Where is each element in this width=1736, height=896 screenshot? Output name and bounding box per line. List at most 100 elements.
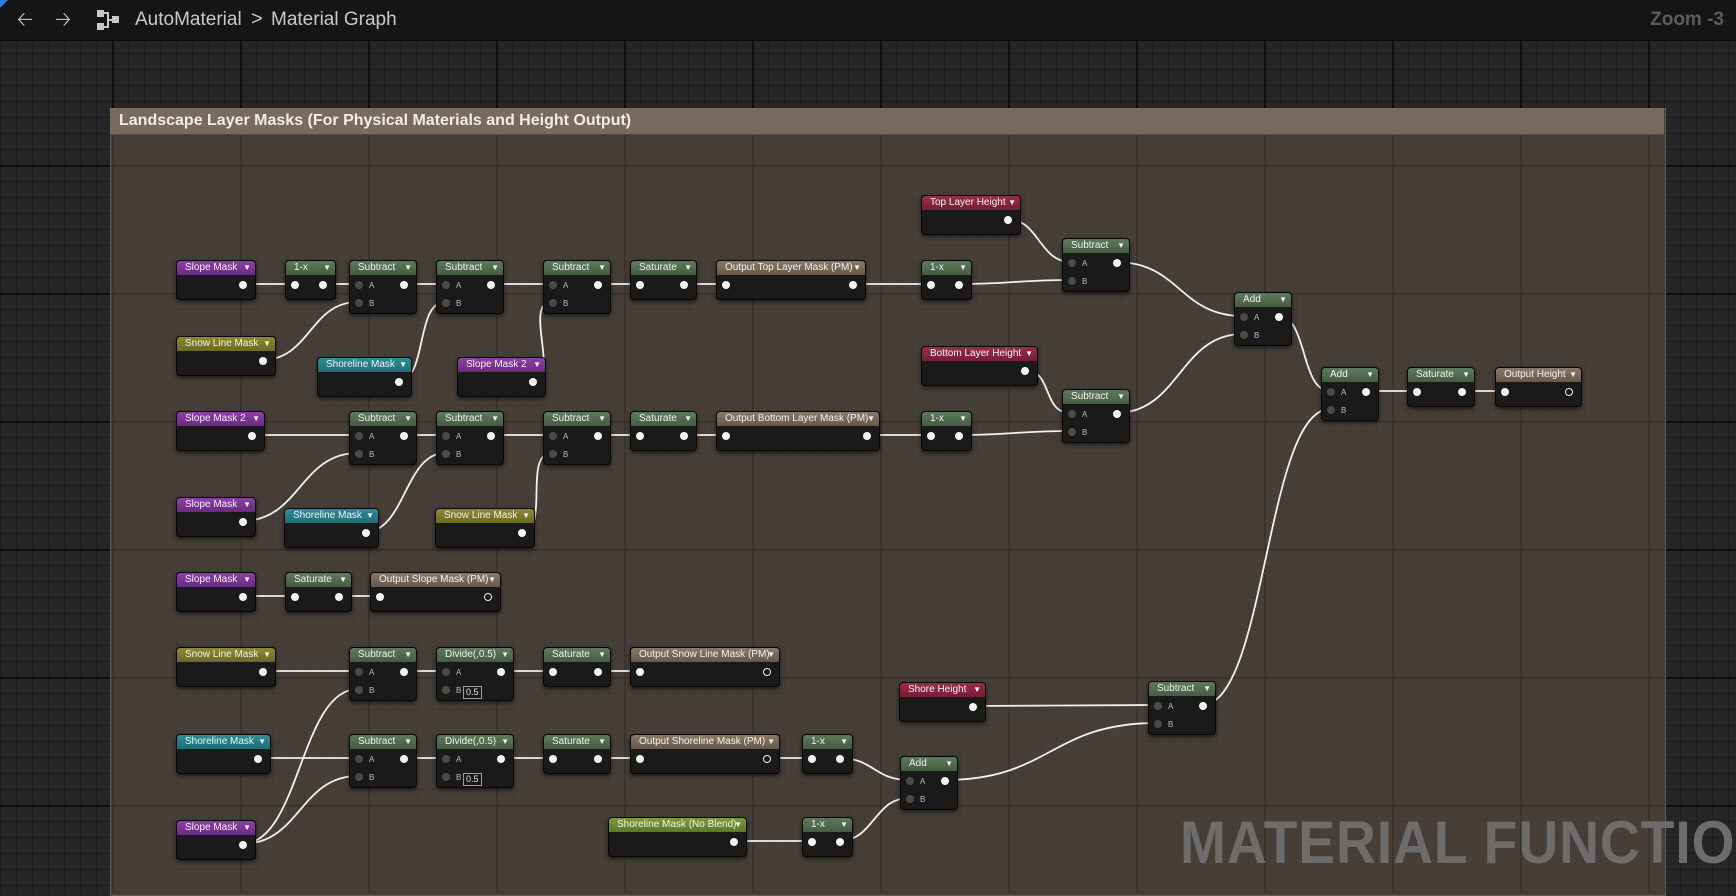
pin-b[interactable]: [1068, 428, 1076, 436]
node-header[interactable]: Output Top Layer Mask (PM) ▼: [717, 261, 865, 275]
pin-output[interactable]: [969, 703, 977, 711]
pin-a[interactable]: [906, 777, 914, 785]
chevron-down-icon[interactable]: ▼: [323, 261, 331, 275]
node-subBot[interactable]: Subtract ▼ A B: [1062, 389, 1130, 443]
chevron-down-icon[interactable]: ▼: [767, 735, 775, 749]
node-header[interactable]: Slope Mask ▼: [177, 498, 255, 512]
node-header[interactable]: Subtract ▼: [437, 412, 503, 426]
pin-b[interactable]: [442, 299, 450, 307]
pin-a[interactable]: [549, 281, 557, 289]
node-header[interactable]: Subtract ▼: [437, 261, 503, 275]
node-header[interactable]: Divide(,0.5) ▼: [437, 648, 513, 662]
node-outShore[interactable]: Output Shoreline Mask (PM) ▼: [630, 734, 780, 774]
chevron-down-icon[interactable]: ▼: [243, 261, 251, 275]
node-omx2[interactable]: 1-x ▼: [921, 260, 972, 300]
chevron-down-icon[interactable]: ▼: [243, 573, 251, 587]
chevron-down-icon[interactable]: ▼: [263, 648, 271, 662]
node-header[interactable]: Slope Mask ▼: [177, 821, 255, 835]
chevron-down-icon[interactable]: ▼: [1008, 196, 1016, 210]
chevron-down-icon[interactable]: ▼: [252, 412, 260, 426]
node-header[interactable]: Shoreline Mask (No Blend) ▼: [609, 818, 746, 832]
node-slope2a[interactable]: Slope Mask 2 ▼: [176, 411, 265, 451]
node-header[interactable]: 1-x ▼: [922, 412, 971, 426]
node-slope4[interactable]: Slope Mask ▼: [176, 572, 256, 612]
pin-b[interactable]: [442, 773, 450, 781]
pin-output[interactable]: [319, 281, 327, 289]
node-header[interactable]: 1-x ▼: [286, 261, 335, 275]
pin-input[interactable]: [808, 838, 816, 846]
pin-output[interactable]: [497, 668, 505, 676]
pin-output-result[interactable]: [763, 755, 771, 763]
chevron-down-icon[interactable]: ▼: [533, 358, 541, 372]
chevron-down-icon[interactable]: ▼: [263, 337, 271, 351]
pin-output-result[interactable]: [763, 668, 771, 676]
node-shoreNB[interactable]: Shoreline Mask (No Blend) ▼: [608, 817, 747, 857]
chevron-down-icon[interactable]: ▼: [501, 648, 509, 662]
node-header[interactable]: Saturate ▼: [286, 573, 351, 587]
pin-input[interactable]: [549, 755, 557, 763]
node-sat4[interactable]: Saturate ▼: [543, 647, 611, 687]
pin-output[interactable]: [1362, 388, 1370, 396]
node-header[interactable]: Subtract ▼: [1149, 682, 1215, 696]
node-header[interactable]: Top Layer Height ▼: [922, 196, 1020, 210]
chevron-down-icon[interactable]: ▼: [598, 735, 606, 749]
node-header[interactable]: Saturate ▼: [544, 648, 610, 662]
node-header[interactable]: Subtract ▼: [544, 412, 610, 426]
node-slope3[interactable]: Slope Mask ▼: [176, 497, 256, 537]
node-outSlope[interactable]: Output Slope Mask (PM) ▼: [370, 572, 501, 612]
comment-box[interactable]: [110, 108, 1666, 896]
chevron-down-icon[interactable]: ▼: [1025, 347, 1033, 361]
node-header[interactable]: Output Shoreline Mask (PM) ▼: [631, 735, 779, 749]
chevron-down-icon[interactable]: ▼: [684, 261, 692, 275]
node-topH[interactable]: Top Layer Height ▼: [921, 195, 1021, 235]
node-header[interactable]: Add ▼: [1235, 293, 1291, 307]
chevron-down-icon[interactable]: ▼: [404, 412, 412, 426]
chevron-down-icon[interactable]: ▼: [1366, 368, 1374, 382]
pin-b[interactable]: [1240, 331, 1248, 339]
pin-a[interactable]: [355, 432, 363, 440]
node-header[interactable]: 1-x ▼: [922, 261, 971, 275]
node-sub2[interactable]: Subtract ▼ A B: [436, 260, 504, 314]
comment-header[interactable]: Landscape Layer Masks (For Physical Mate…: [110, 108, 1664, 135]
chevron-down-icon[interactable]: ▼: [404, 648, 412, 662]
pin-a[interactable]: [1068, 410, 1076, 418]
node-header[interactable]: Saturate ▼: [631, 412, 696, 426]
pin-output[interactable]: [254, 755, 262, 763]
chevron-down-icon[interactable]: ▼: [491, 412, 499, 426]
node-header[interactable]: Subtract ▼: [350, 735, 416, 749]
node-subShore[interactable]: Subtract ▼ A B: [1148, 681, 1216, 735]
pin-input[interactable]: [1413, 388, 1421, 396]
divisor-value[interactable]: 0.5: [463, 686, 482, 699]
node-header[interactable]: Slope Mask 2 ▼: [458, 358, 545, 372]
pin-input[interactable]: [636, 668, 644, 676]
pin-output[interactable]: [955, 281, 963, 289]
pin-output[interactable]: [497, 755, 505, 763]
pin-input[interactable]: [636, 281, 644, 289]
pin-b[interactable]: [355, 450, 363, 458]
node-header[interactable]: Subtract ▼: [350, 261, 416, 275]
pin-b[interactable]: [355, 773, 363, 781]
pin-input[interactable]: [549, 668, 557, 676]
pin-b[interactable]: [355, 299, 363, 307]
chevron-down-icon[interactable]: ▼: [1117, 390, 1125, 404]
breadcrumb-automaterial[interactable]: AutoMaterial: [135, 9, 242, 31]
pin-output[interactable]: [239, 518, 247, 526]
pin-output[interactable]: [836, 755, 844, 763]
pin-output[interactable]: [1199, 702, 1207, 710]
chevron-down-icon[interactable]: ▼: [959, 412, 967, 426]
node-outSnow[interactable]: Output Snow Line Mask (PM) ▼: [630, 647, 780, 687]
chevron-down-icon[interactable]: ▼: [767, 648, 775, 662]
pin-output[interactable]: [259, 357, 267, 365]
pin-output[interactable]: [529, 378, 537, 386]
node-header[interactable]: Bottom Layer Height ▼: [922, 347, 1037, 361]
node-omx1[interactable]: 1-x ▼: [285, 260, 336, 300]
chevron-down-icon[interactable]: ▼: [598, 412, 606, 426]
node-header[interactable]: 1-x ▼: [803, 735, 852, 749]
pin-output[interactable]: [941, 777, 949, 785]
node-header[interactable]: Add ▼: [901, 757, 957, 771]
pin-a[interactable]: [442, 755, 450, 763]
node-sub7[interactable]: Subtract ▼ A B: [349, 647, 417, 701]
node-outH[interactable]: Output Height ▼: [1495, 367, 1582, 407]
pin-output[interactable]: [239, 281, 247, 289]
arrow-left-icon[interactable]: 🡠: [12, 8, 38, 32]
